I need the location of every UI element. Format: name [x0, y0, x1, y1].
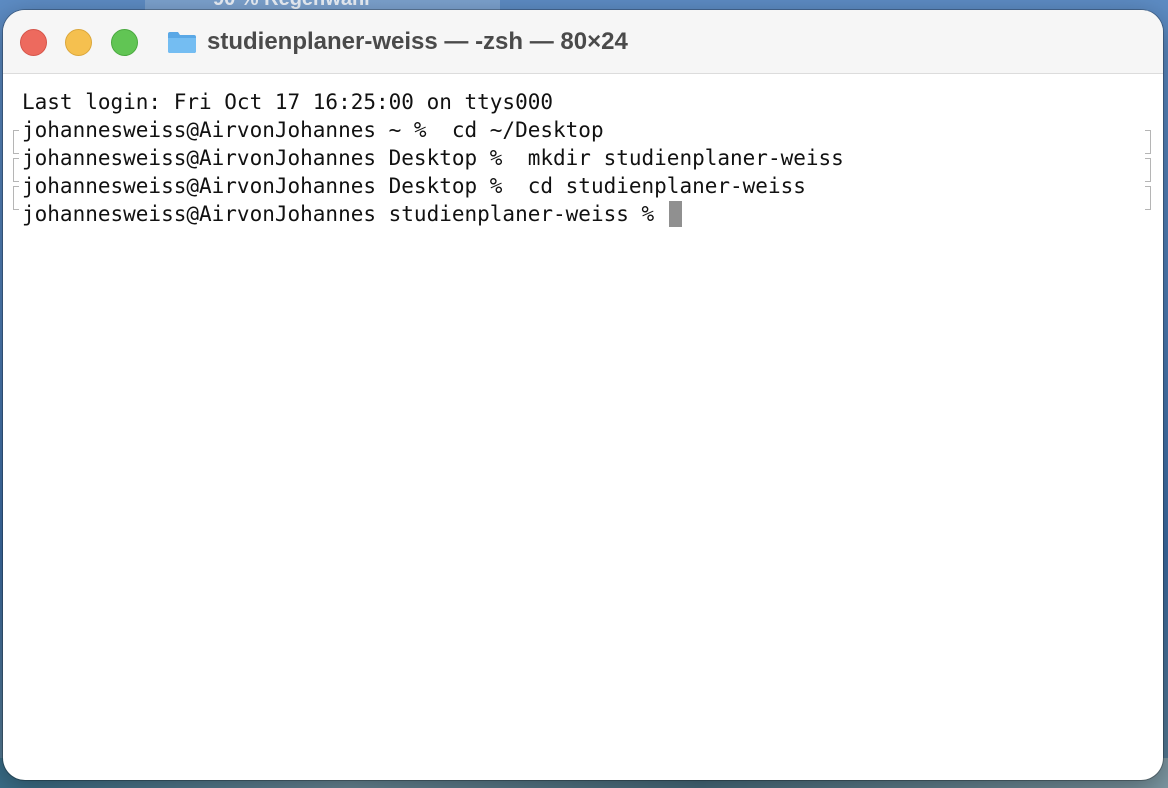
window-title-group: studienplaner-weiss — -zsh — 80×24: [167, 26, 628, 58]
command-mark-left: [13, 158, 19, 182]
folder-icon: [168, 32, 196, 53]
prompt-line[interactable]: johannesweiss@AirvonJohannes studienplan…: [22, 200, 682, 228]
terminal-line: johannesweiss@AirvonJohannes Desktop % m…: [22, 146, 844, 170]
window-title: studienplaner-weiss — -zsh — 80×24: [207, 28, 628, 55]
terminal-content[interactable]: Last login: Fri Oct 17 16:25:00 on ttys0…: [3, 74, 1163, 780]
terminal-line: johannesweiss@AirvonJohannes ~ % cd ~/De…: [22, 118, 604, 142]
background-widget-text: 90 % Regenwahr: [213, 0, 372, 10]
command-mark-right: [1145, 158, 1151, 182]
terminal-line: Last login: Fri Oct 17 16:25:00 on ttys0…: [22, 90, 554, 114]
terminal-window[interactable]: studienplaner-weiss — -zsh — 80×24 Last …: [3, 10, 1163, 780]
terminal-line: johannesweiss@AirvonJohannes Desktop % c…: [22, 174, 806, 198]
command-mark-right: [1145, 130, 1151, 154]
command-mark-left: [13, 130, 19, 154]
text-cursor: [668, 201, 682, 227]
minimize-button[interactable]: [65, 29, 92, 56]
close-button[interactable]: [20, 29, 47, 56]
command-mark-left: [13, 186, 19, 210]
maximize-button[interactable]: [111, 29, 138, 56]
command-mark-right: [1145, 186, 1151, 210]
title-bar[interactable]: studienplaner-weiss — -zsh — 80×24: [3, 10, 1163, 74]
prompt-text: johannesweiss@AirvonJohannes studienplan…: [22, 202, 667, 226]
